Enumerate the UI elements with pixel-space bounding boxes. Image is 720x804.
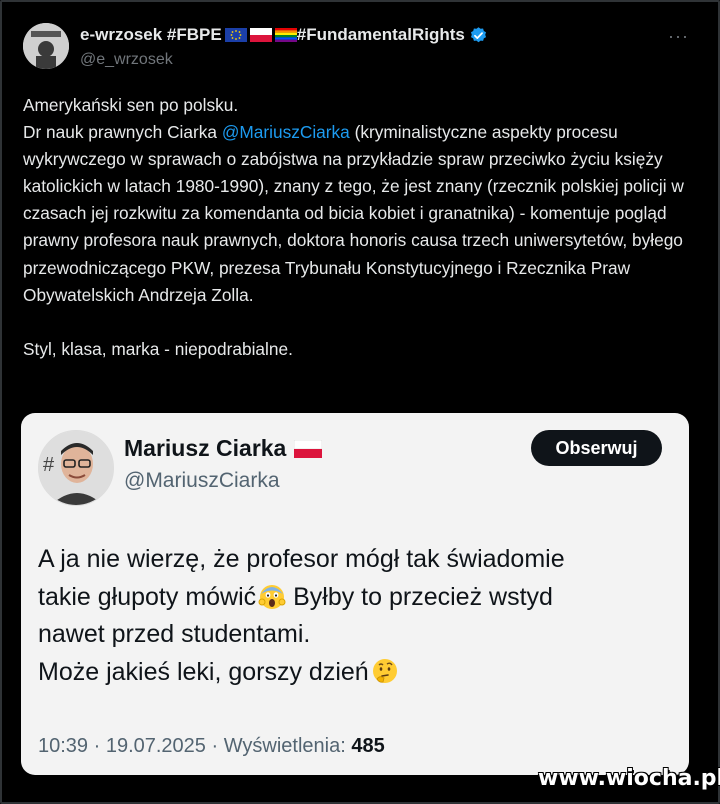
quote-author-name[interactable]: Mariusz Ciarka [124,435,323,462]
quote-line: takie głupoty mówić [38,582,257,611]
author-name[interactable]: e-wrzosek #FBPE #FundamentalRights [80,25,488,45]
quote-line-group: Może jakieś leki, gorszy dzień [38,654,678,692]
person-avatar-icon: # [39,431,113,505]
avatar-image-icon [23,23,69,69]
screaming-face-icon [258,584,286,609]
thinking-face-icon [372,658,397,683]
follow-button[interactable]: Obserwuj [531,430,662,466]
quote-author-handle[interactable]: @MariuszCiarka [124,469,280,493]
eu-flag-icon [224,28,247,42]
author-name-suffix: #FundamentalRights [296,25,465,44]
quote-meta: 10:39 · 19.07.2025 · Wyświetlenia: 485 [38,735,385,758]
rainbow-flag-icon [274,28,297,42]
tweet-line: Styl, klasa, marka - niepodrabialne. [23,338,293,359]
quote-author-name-text: Mariusz Ciarka [124,435,287,461]
view-count: 485 [351,735,385,757]
author-name-text: e-wrzosek #FBPE [80,25,222,44]
svg-text:#: # [43,454,55,476]
quote-line: Byłby to przecież wstyd [286,582,553,611]
quote-line: Może jakieś leki, gorszy dzień [38,657,369,686]
mention-link[interactable]: @MariuszCiarka [222,122,350,142]
quote-author-avatar[interactable]: # [38,430,114,506]
quote-text: A ja nie wierzę, że profesor mógł tak św… [38,541,678,691]
poland-flag-icon [249,28,272,42]
site-watermark: www.wiocha.pl [538,766,720,791]
tweet-paragraph: Dr nauk prawnych Ciarka @MariuszCiarka (… [23,119,703,309]
more-options-icon[interactable]: ··· [668,26,689,47]
tweet-line: Dr nauk prawnych Ciarka [23,122,222,143]
tweet-text: Amerykański sen po polsku. Dr nauk prawn… [23,92,703,363]
author-avatar[interactable] [23,23,69,69]
quote-line: nawet przed studentami. [38,620,311,648]
tweet-line: Amerykański sen po polsku. [23,95,239,115]
tweet-line: (kryminalistyczne aspekty procesu wykryw… [23,122,684,305]
author-handle[interactable]: @e_wrzosek [80,51,173,69]
quote-timestamp[interactable]: 10:39 · 19.07.2025 · Wyświetlenia: [38,735,351,757]
verified-badge-icon [470,26,486,42]
quote-line-group: takie głupoty mówić Byłby to przecież ws… [38,579,678,617]
poland-flag-icon [294,439,323,458]
quote-line: A ja nie wierzę, że profesor mógł tak św… [38,545,565,573]
quoted-tweet-card[interactable]: # Mariusz Ciarka @MariuszCiarka Obserwuj… [21,413,689,775]
